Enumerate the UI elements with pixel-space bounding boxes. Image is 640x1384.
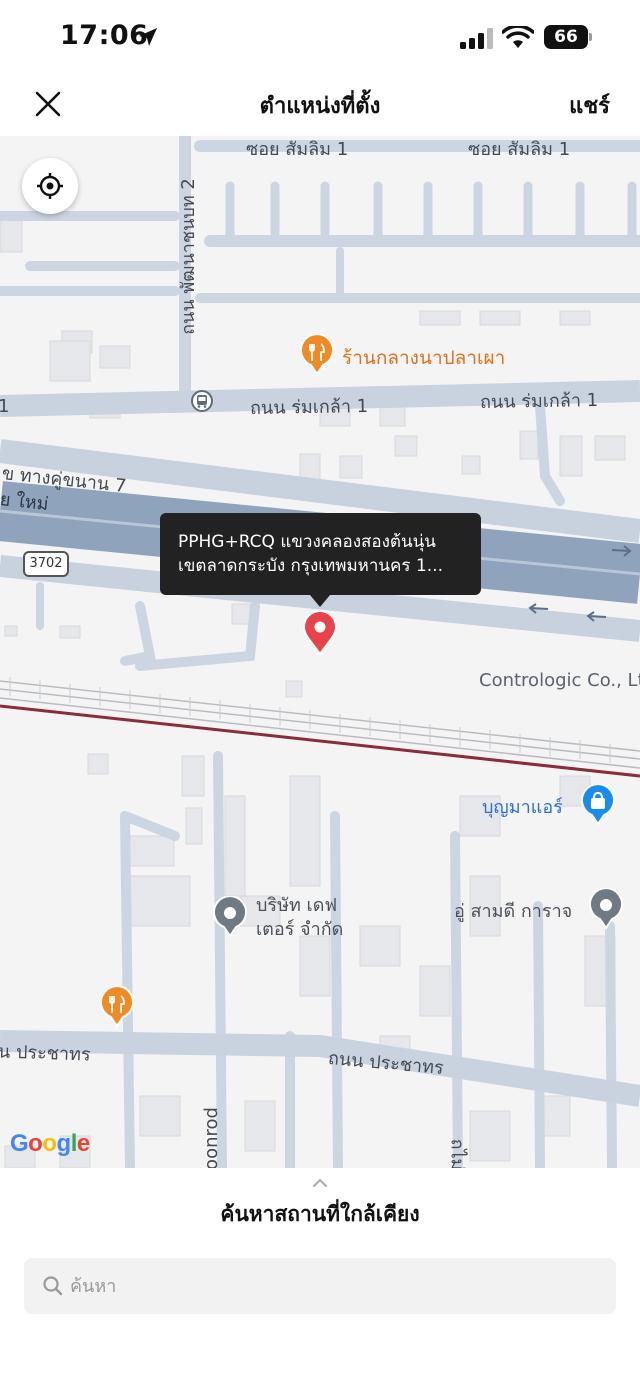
tooltip-line-2: เขตลาดกระบัง กรุงเทพมหานคร 1... xyxy=(178,556,443,576)
google-logo-letter: o xyxy=(28,1130,43,1157)
garage-poi-icon[interactable] xyxy=(588,888,624,930)
street-label-romklao-left: ถนน ร่มเกล้า 1 xyxy=(249,395,369,420)
street-label-phatthana: ถนน พัฒนาชนบท 2 xyxy=(177,178,199,335)
google-logo: Google xyxy=(10,1130,90,1158)
google-logo-letter: G xyxy=(10,1130,29,1157)
street-label-soi-right: ซอย สัมลิม 1 xyxy=(468,139,571,160)
cellular-signal-icon xyxy=(460,28,493,49)
poi-label-contrologic[interactable]: Contrologic Co., Ltd xyxy=(479,670,640,691)
tooltip-line-1: PPHG+RCQ แขวงคลองสองต้นนุ่น xyxy=(178,532,436,552)
location-arrow-icon xyxy=(139,28,157,46)
nearby-search-sheet: ค้นหาสถานที่ใกล้เคียง xyxy=(0,1168,640,1384)
shopping-poi-icon[interactable] xyxy=(580,784,616,826)
street-label-mai: ย ใหม่ xyxy=(0,489,50,516)
google-logo-letter: o xyxy=(42,1130,57,1157)
nav-bar: ตำแหน่งที่ตั้ง แชร์ xyxy=(0,76,640,136)
tooltip-tail xyxy=(310,595,330,607)
google-logo-letter: g xyxy=(56,1130,72,1157)
map-view[interactable]: ซอย สัมลิม 1 ซอย สัมลิม 1 ถนน พัฒนาชนบท … xyxy=(0,136,640,1168)
status-time: 17:06 xyxy=(60,20,149,51)
page-title: ตำแหน่งที่ตั้ง xyxy=(259,94,381,119)
battery-level: 66 xyxy=(554,27,578,47)
search-bar[interactable] xyxy=(24,1258,616,1314)
street-label-bottom: ถไม่ xyxy=(446,1138,468,1168)
my-location-button[interactable] xyxy=(22,158,78,214)
share-button[interactable]: แชร์ xyxy=(569,88,610,123)
crosshair-icon xyxy=(37,173,63,199)
street-label-soi-left: ซอย สัมลิม 1 xyxy=(246,139,349,160)
street-label-onrod: oonrod xyxy=(200,1107,222,1168)
status-bar: 17:06 66 xyxy=(0,0,640,76)
chevron-up-icon[interactable] xyxy=(308,1176,332,1190)
company-poi-icon[interactable] xyxy=(212,896,248,938)
restaurant-poi-icon[interactable] xyxy=(299,334,335,376)
street-label-romklao-right: ถนน ร่มเกล้า 1 xyxy=(479,389,599,414)
poi-label-samdee[interactable]: อู่ สามดี การาจ xyxy=(454,900,572,924)
search-input[interactable] xyxy=(70,1258,600,1314)
poi-label-bunma[interactable]: บุญมาแอร์ xyxy=(482,792,563,821)
bus-stop-icon[interactable] xyxy=(191,390,213,412)
battery-indicator: 66 xyxy=(544,25,592,49)
restaurant-poi-icon-2[interactable] xyxy=(99,986,135,1028)
poi-label-dafter[interactable]: บริษัท เดฟ เตอร์ จำกัด xyxy=(256,894,376,942)
location-pin-icon[interactable] xyxy=(301,610,339,656)
poi-label-restaurant[interactable]: ร้านกลางนาปลาเผา xyxy=(342,343,505,373)
search-icon xyxy=(43,1276,63,1296)
street-label-edge: 1 xyxy=(0,396,10,417)
sheet-title: ค้นหาสถานที่ใกล้เคียง xyxy=(220,1202,420,1226)
pin-info-tooltip[interactable]: PPHG+RCQ แขวงคลองสองต้นนุ่น เขตลาดกระบัง… xyxy=(160,513,481,607)
street-label-prachathon-left: น ประชาทร xyxy=(0,1041,91,1066)
wifi-icon xyxy=(502,26,534,48)
google-logo-letter: e xyxy=(76,1130,90,1157)
route-shield: 3702 xyxy=(23,551,69,577)
